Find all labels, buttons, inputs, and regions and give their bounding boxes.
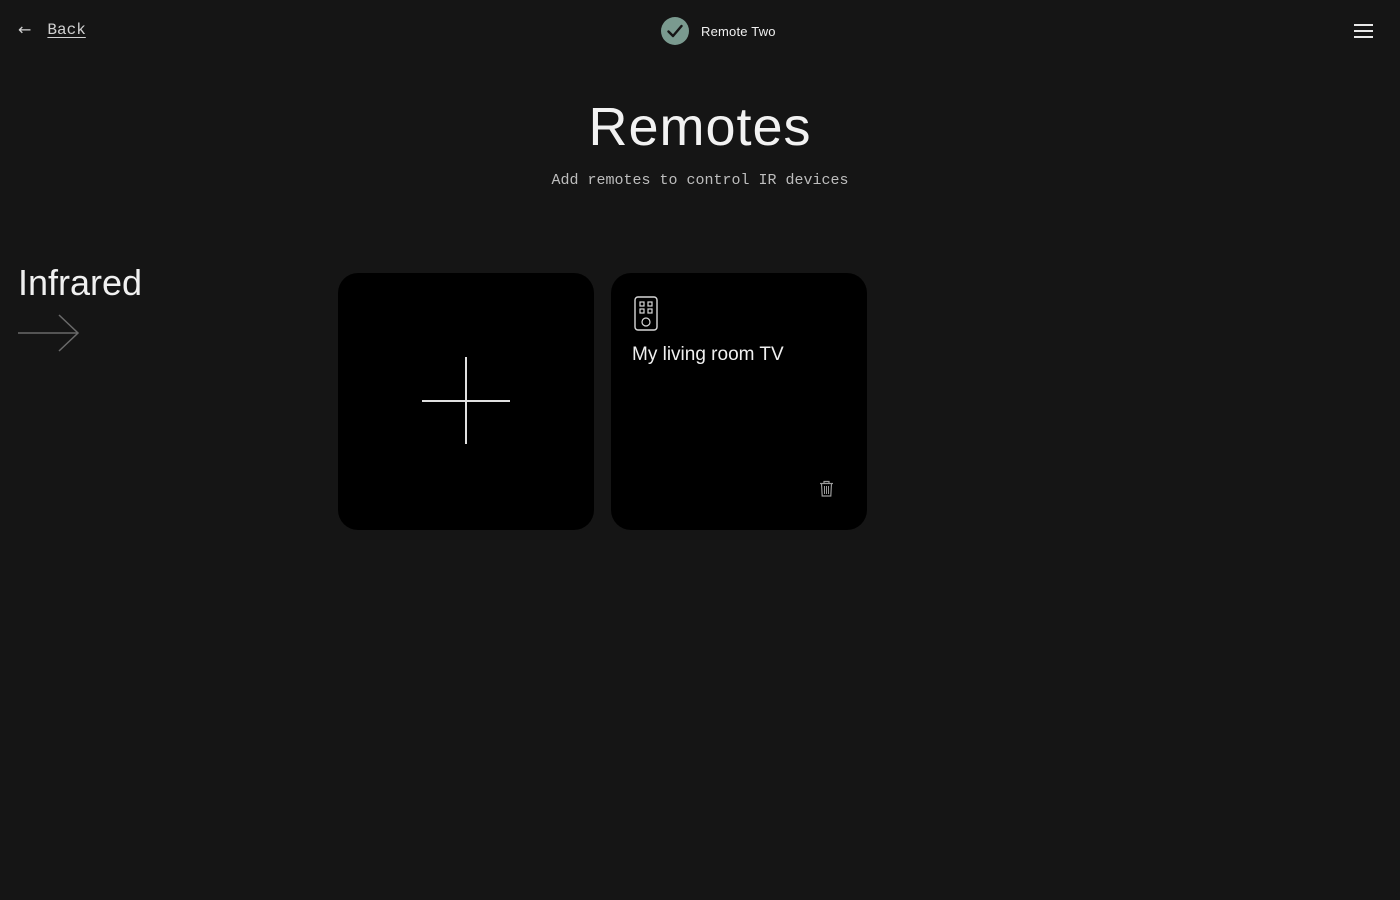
back-arrow-icon: ←	[18, 20, 32, 39]
remote-card[interactable]: My living room TV	[611, 273, 867, 530]
add-remote-card[interactable]	[338, 273, 594, 530]
remote-name: My living room TV	[632, 344, 784, 365]
device-name: Remote Two	[701, 23, 776, 39]
page-subtitle: Add remotes to control IR devices	[551, 172, 849, 189]
remotes-page: ← Back Remote Two Remotes Add remotes to…	[0, 0, 1400, 900]
device-indicator: Remote Two	[661, 17, 776, 45]
hamburger-menu-icon[interactable]	[1354, 24, 1373, 38]
back-button[interactable]: ← Back	[18, 21, 86, 39]
remote-control-icon	[634, 296, 658, 336]
back-label[interactable]: Back	[47, 21, 85, 39]
long-arrow-right-icon	[18, 314, 80, 357]
check-icon	[661, 17, 689, 45]
trash-icon[interactable]	[819, 480, 834, 502]
section-title: Infrared	[18, 262, 143, 303]
page-title: Remotes	[588, 97, 812, 157]
